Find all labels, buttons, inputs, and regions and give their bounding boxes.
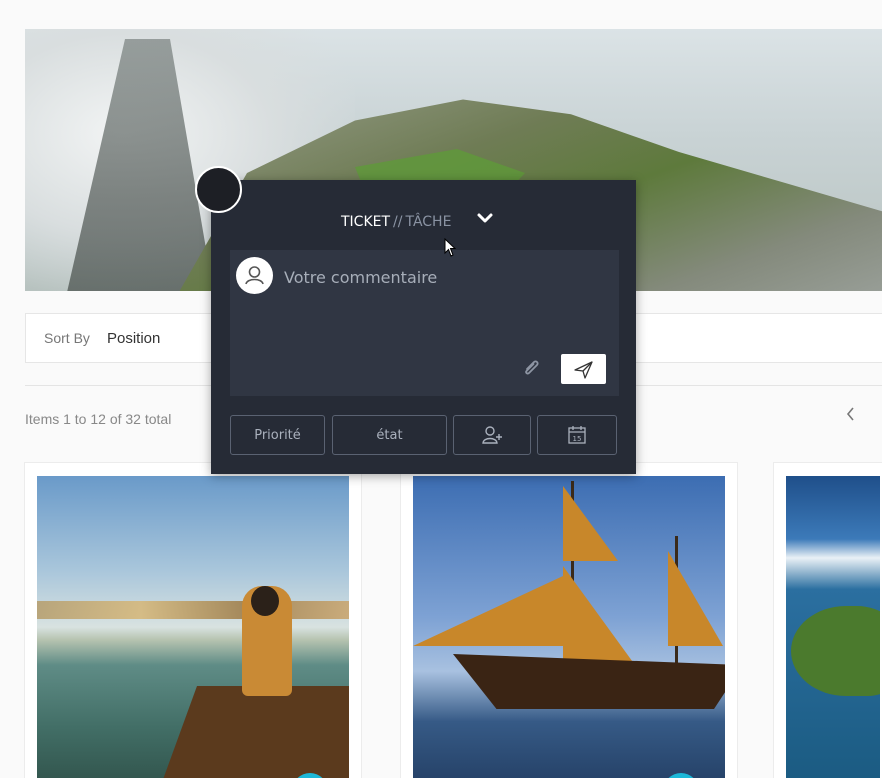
send-button[interactable] (561, 354, 606, 384)
comment-input[interactable] (284, 268, 604, 287)
add-user-icon (482, 426, 502, 444)
pager-prev-button[interactable] (840, 404, 860, 428)
mouse-cursor-icon (444, 238, 456, 257)
chevron-left-icon (846, 407, 854, 421)
user-avatar (236, 257, 273, 294)
sort-by-label: Sort By (44, 330, 90, 346)
product-card[interactable] (24, 462, 362, 778)
product-card[interactable] (773, 462, 882, 778)
send-icon (574, 361, 593, 379)
priority-button[interactable]: Priorité (230, 415, 325, 455)
product-card[interactable] (400, 462, 738, 778)
product-image-sailing-ship (413, 476, 725, 778)
quick-view-badge[interactable] (663, 773, 699, 778)
tab-tache[interactable]: TÂCHE (405, 214, 451, 230)
status-button[interactable]: état (332, 415, 447, 455)
assign-user-button[interactable] (453, 415, 531, 455)
popup-owner-avatar[interactable] (195, 166, 242, 213)
calendar-date-number: 15 (573, 435, 582, 443)
popup-tabs: TICKET//TÂCHE (341, 214, 451, 230)
product-image-island (786, 476, 880, 778)
ticket-popup: TICKET//TÂCHE Priorité état (211, 180, 636, 474)
chevron-down-icon[interactable] (475, 208, 495, 228)
calendar-icon: 15 (568, 426, 586, 444)
items-total-text: Items 1 to 12 of 32 total (25, 411, 172, 427)
paperclip-icon[interactable] (519, 354, 545, 380)
tab-ticket[interactable]: TICKET (341, 214, 390, 230)
due-date-button[interactable]: 15 (537, 415, 617, 455)
comment-box (230, 250, 619, 396)
product-image-boat-lake (37, 476, 349, 778)
tab-separator: // (393, 214, 403, 230)
sort-by-select[interactable]: Position (107, 330, 160, 347)
user-icon (245, 266, 264, 285)
